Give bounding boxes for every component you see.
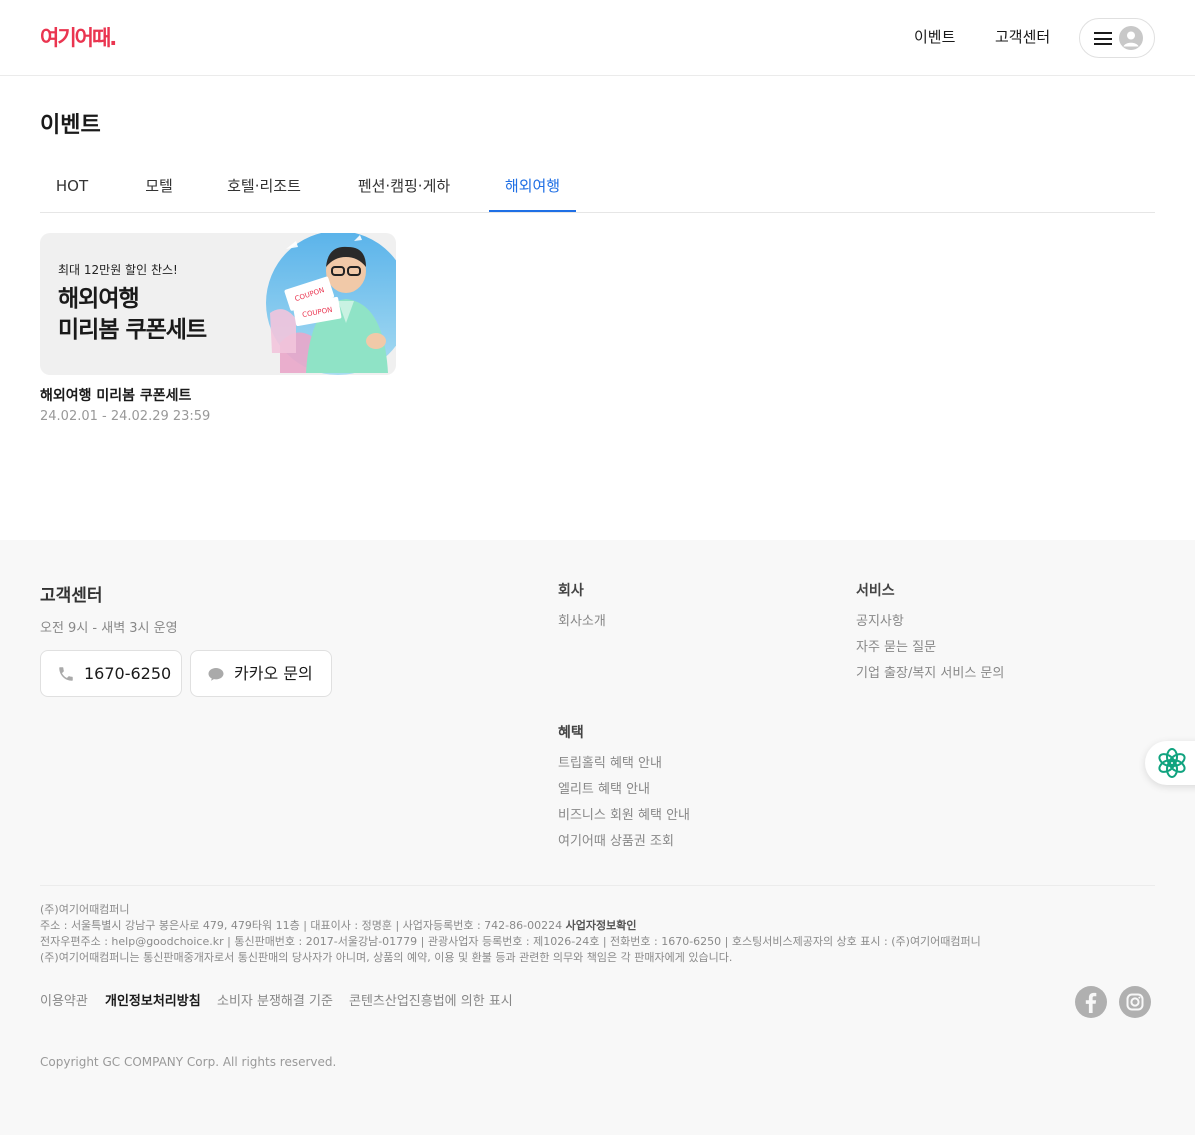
company-address-line: 주소 : 서울특별시 강남구 봉은사로 479, 479타워 11층 | 대표이… [40, 919, 636, 933]
phone-icon [59, 667, 73, 681]
facebook-icon[interactable] [1075, 986, 1107, 1018]
company-name: (주)여기어때컴퍼니 [40, 903, 130, 916]
instagram-icon[interactable] [1119, 986, 1151, 1018]
footer: 고객센터 오전 9시 - 새벽 3시 운영 1670-6250 카카오 문의 회… [0, 540, 1195, 1135]
policy-terms[interactable]: 이용약관 [40, 994, 88, 1010]
business-info-link[interactable]: 사업자정보확인 [566, 919, 637, 932]
footer-link-gift-card[interactable]: 여기어때 상품권 조회 [558, 834, 674, 850]
footer-link-company-intro[interactable]: 회사소개 [558, 614, 606, 630]
company-address: 주소 : 서울특별시 강남구 봉은사로 479, 479타워 11층 | 대표이… [40, 919, 563, 932]
footer-company-title: 회사 [558, 583, 584, 599]
footer-link-elite[interactable]: 엘리트 혜택 안내 [558, 782, 650, 798]
footer-service-title: 서비스 [856, 583, 895, 599]
company-contact-line: 전자우편주소 : help@goodchoice.kr | 통신판매번호 : 2… [40, 935, 981, 948]
policy-privacy[interactable]: 개인정보처리방침 [105, 994, 201, 1010]
footer-benefit-title: 혜택 [558, 725, 584, 741]
footer-cs-hours: 오전 9시 - 새벽 3시 운영 [40, 621, 178, 636]
logo[interactable]: 여기어때. [40, 25, 117, 51]
footer-link-notice[interactable]: 공지사항 [856, 614, 904, 630]
footer-cs-title: 고객센터 [40, 586, 103, 606]
company-disclaimer: (주)여기어때컴퍼니는 통신판매중개자로서 통신판매의 당사자가 아니며, 상품… [40, 951, 733, 964]
tab-hotel-resort[interactable]: 호텔·리조트 [216, 162, 312, 212]
chat-icon [208, 668, 224, 681]
event-card[interactable]: 최대 12만원 할인 찬스! 해외여행 미리봄 쿠폰세트 COUPON COUP… [40, 233, 396, 425]
footer-link-tripholic[interactable]: 트립홀릭 혜택 안내 [558, 756, 662, 772]
nav-event-link[interactable]: 이벤트 [914, 27, 955, 47]
banner-headline-line1: 해외여행 [58, 286, 140, 312]
banner-subtitle: 최대 12만원 할인 찬스! [58, 263, 178, 277]
kakao-inquiry-button[interactable]: 카카오 문의 [190, 650, 332, 697]
tab-motel[interactable]: 모텔 [128, 162, 190, 212]
policy-dispute[interactable]: 소비자 분쟁해결 기준 [217, 994, 333, 1010]
tab-pension-camping[interactable]: 펜션·캠핑·게하 [346, 162, 462, 212]
banner-headline: 해외여행 미리봄 쿠폰세트 [58, 284, 207, 346]
copyright: Copyright GC COMPANY Corp. All rights re… [40, 1055, 337, 1069]
nav-customer-center-link[interactable]: 고객센터 [995, 27, 1050, 47]
kakao-inquiry-label: 카카오 문의 [234, 664, 313, 683]
event-period: 24.02.01 - 24.02.29 23:59 [40, 409, 211, 424]
footer-divider [40, 885, 1155, 886]
floating-assistant-button[interactable] [1145, 741, 1195, 785]
footer-link-business-inquiry[interactable]: 기업 출장/복지 서비스 문의 [856, 666, 1004, 682]
banner-headline-line2: 미리봄 쿠폰세트 [58, 317, 207, 343]
page-title: 이벤트 [40, 113, 101, 138]
account-menu-button[interactable] [1079, 18, 1155, 58]
footer-link-faq[interactable]: 자주 묻는 질문 [856, 640, 936, 656]
phone-number: 1670-6250 [84, 664, 172, 683]
footer-link-business-member[interactable]: 비즈니스 회원 혜택 안내 [558, 808, 690, 824]
banner-illustration: COUPON COUPON [266, 233, 396, 375]
tab-overseas-travel[interactable]: 해외여행 [489, 162, 576, 212]
event-banner[interactable]: 최대 12만원 할인 찬스! 해외여행 미리봄 쿠폰세트 COUPON COUP… [40, 233, 396, 375]
phone-button[interactable]: 1670-6250 [40, 650, 182, 697]
policy-content-act[interactable]: 콘텐츠산업진흥법에 의한 표시 [349, 994, 513, 1010]
tab-hot[interactable]: HOT [40, 162, 104, 212]
hamburger-icon [1094, 32, 1112, 45]
assistant-icon [1158, 748, 1186, 778]
event-title[interactable]: 해외여행 미리봄 쿠폰세트 [40, 387, 396, 405]
category-tabs: HOT 모텔 호텔·리조트 펜션·캠핑·게하 해외여행 [40, 162, 1155, 213]
user-icon [1119, 26, 1143, 50]
header: 여기어때. 이벤트 고객센터 [0, 0, 1195, 76]
